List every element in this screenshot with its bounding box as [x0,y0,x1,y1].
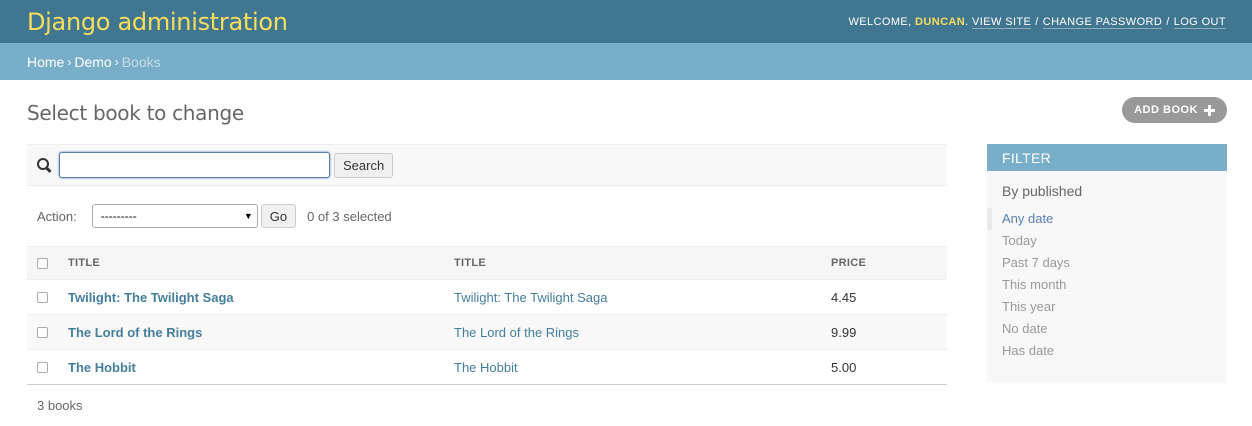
breadcrumb-app[interactable]: Demo [74,54,111,70]
header: Django administration WELCOME, DUNCAN. V… [0,0,1252,43]
row-price: 4.45 [831,279,947,315]
row-checkbox[interactable] [37,291,48,303]
row-checkbox-cell [27,314,58,350]
username: DUNCAN [915,15,966,28]
row-checkbox[interactable] [37,326,48,338]
row-price: 5.00 [831,349,947,385]
column-header-title-link[interactable]: TITLE [58,246,454,280]
filter-heading: FILTER [987,144,1227,171]
actions-bar: Action: --------- ▼ Go 0 of 3 selected [27,186,947,246]
table-row: The Hobbit The Hobbit 5.00 [27,349,947,385]
breadcrumb-separator: › [114,54,119,69]
select-all-header [27,246,58,280]
filter-option-no-date[interactable]: No date [987,318,1227,340]
user-tools: WELCOME, DUNCAN. VIEW SITE / CHANGE PASSWO… [848,15,1226,29]
table-row: Twilight: The Twilight Saga Twilight: Th… [27,279,947,315]
site-name[interactable]: Django administration [27,8,288,36]
column-header-price[interactable]: PRICE [831,246,947,280]
filter-option-past-7-days[interactable]: Past 7 days [987,252,1227,274]
breadcrumb-home[interactable]: Home [27,54,64,70]
changelist: Search Action: --------- ▼ Go 0 of 3 sel… [27,144,947,426]
table-header-row: TITLE TITLE PRICE [27,246,947,280]
search-icon [37,158,51,172]
breadcrumb-current: Books [121,53,161,70]
breadcrumb: Home › Demo › Books [0,43,1252,80]
column-header-title[interactable]: TITLE [454,246,831,280]
result-table: TITLE TITLE PRICE Twilight: The Twilight… [27,246,947,385]
row-title[interactable]: The Hobbit [454,360,518,375]
row-title-link[interactable]: The Lord of the Rings [68,325,202,340]
row-title[interactable]: Twilight: The Twilight Saga [454,290,607,305]
filter-panel: FILTER By published Any date Today Past … [987,144,1227,383]
select-all-checkbox[interactable] [37,257,48,269]
filter-option-has-date[interactable]: Has date [987,340,1227,362]
chevron-down-icon: ▼ [243,211,253,221]
row-title-link[interactable]: The Hobbit [68,360,136,375]
row-checkbox-cell [27,349,58,385]
action-counter: 0 of 3 selected [307,208,392,224]
change-password-link[interactable]: CHANGE PASSWORD [1042,15,1163,29]
table-row: The Lord of the Rings The Lord of the Ri… [27,314,947,350]
filter-option-this-year[interactable]: This year [987,296,1227,318]
add-book-button[interactable]: ADD BOOK [1122,97,1227,123]
filter-option-any-date[interactable]: Any date [987,208,1227,230]
filter-group-title: By published [1002,183,1083,199]
paginator: 3 books [37,398,83,413]
action-label: Action: [37,208,77,224]
row-title-link[interactable]: Twilight: The Twilight Saga [68,290,234,305]
action-select-value: --------- [100,209,137,223]
add-book-label: ADD BOOK [1134,104,1198,116]
view-site-link[interactable]: VIEW SITE [972,15,1032,29]
log-out-link[interactable]: LOG OUT [1173,15,1226,29]
search-toolbar: Search [27,144,947,186]
plus-icon [1204,104,1215,116]
filter-options: Any date Today Past 7 days This month Th… [987,208,1227,362]
go-button[interactable]: Go [260,204,297,228]
row-title[interactable]: The Lord of the Rings [454,325,579,340]
breadcrumb-separator: › [67,54,72,69]
page-title: Select book to change [27,101,244,125]
welcome-text: WELCOME, [848,15,912,28]
search-button[interactable]: Search [334,152,394,178]
row-price: 9.99 [831,314,947,350]
row-checkbox[interactable] [37,361,48,373]
search-input[interactable] [59,152,330,178]
filter-option-this-month[interactable]: This month [987,274,1227,296]
row-checkbox-cell [27,279,58,315]
filter-option-today[interactable]: Today [987,230,1227,252]
action-select[interactable]: --------- ▼ [91,204,258,228]
